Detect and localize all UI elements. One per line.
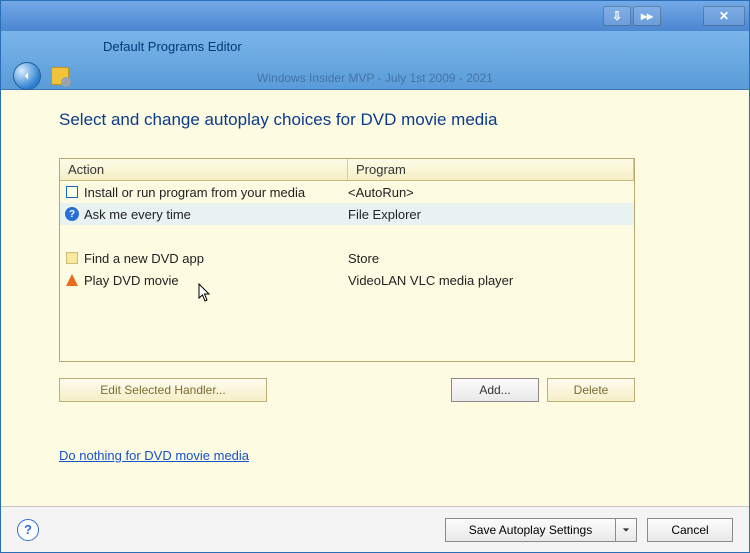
- watermark-text: Windows Insider MVP - July 1st 2009 - 20…: [1, 71, 749, 85]
- store-icon: [64, 250, 80, 266]
- column-header-program[interactable]: Program: [348, 159, 634, 180]
- help-icon: ?: [24, 522, 32, 537]
- panel: Action Program Install or run program fr…: [59, 158, 635, 402]
- row-program: Store: [348, 251, 630, 266]
- help-button[interactable]: ?: [17, 519, 39, 541]
- titlebar-pin-button[interactable]: ⇩: [603, 6, 631, 26]
- row-action: Install or run program from your media: [84, 185, 305, 200]
- cancel-button[interactable]: Cancel: [647, 518, 733, 542]
- save-autoplay-button[interactable]: Save Autoplay Settings: [445, 518, 615, 542]
- do-nothing-link[interactable]: Do nothing for DVD movie media: [59, 448, 721, 463]
- window: ⇩ ▸▸ ✕ Default Programs Editor Windows I…: [0, 0, 750, 553]
- titlebar-handle-button[interactable]: ▸▸: [633, 6, 661, 26]
- delete-button[interactable]: Delete: [547, 378, 635, 402]
- row-action: Find a new DVD app: [84, 251, 204, 266]
- handlers-grid: Action Program Install or run program fr…: [59, 158, 635, 362]
- close-icon: ✕: [719, 9, 729, 23]
- table-row[interactable]: Play DVD movie VideoLAN VLC media player: [60, 269, 634, 291]
- save-autoplay-dropdown[interactable]: [615, 518, 637, 542]
- question-icon: ?: [64, 206, 80, 222]
- table-row[interactable]: Find a new DVD app Store: [60, 247, 634, 269]
- pin-icon: ⇩: [612, 9, 622, 23]
- chevron-down-icon: [622, 526, 630, 534]
- app-title: Default Programs Editor: [103, 39, 737, 54]
- footer: ? Save Autoplay Settings Cancel: [1, 506, 749, 552]
- row-program: VideoLAN VLC media player: [348, 273, 630, 288]
- row-action: Play DVD movie: [84, 273, 179, 288]
- titlebar: ⇩ ▸▸ ✕: [1, 1, 749, 31]
- autorun-icon: [64, 184, 80, 200]
- add-button[interactable]: Add...: [451, 378, 539, 402]
- row-action: Ask me every time: [84, 207, 191, 222]
- body: Select and change autoplay choices for D…: [1, 90, 749, 506]
- grid-spacer: [60, 225, 634, 247]
- row-program: File Explorer: [348, 207, 630, 222]
- table-row[interactable]: ? Ask me every time File Explorer: [60, 203, 634, 225]
- handle-icon: ▸▸: [641, 9, 653, 23]
- button-row: Edit Selected Handler... Add... Delete: [59, 378, 635, 402]
- header: Default Programs Editor Windows Insider …: [1, 31, 749, 90]
- titlebar-close-button[interactable]: ✕: [703, 6, 745, 26]
- edit-selected-handler-button[interactable]: Edit Selected Handler...: [59, 378, 267, 402]
- page-title: Select and change autoplay choices for D…: [59, 110, 721, 130]
- vlc-icon: [64, 272, 80, 288]
- grid-header: Action Program: [60, 159, 634, 181]
- save-autoplay-split-button: Save Autoplay Settings: [445, 518, 637, 542]
- row-program: <AutoRun>: [348, 185, 630, 200]
- column-header-action[interactable]: Action: [60, 159, 348, 180]
- table-row[interactable]: Install or run program from your media <…: [60, 181, 634, 203]
